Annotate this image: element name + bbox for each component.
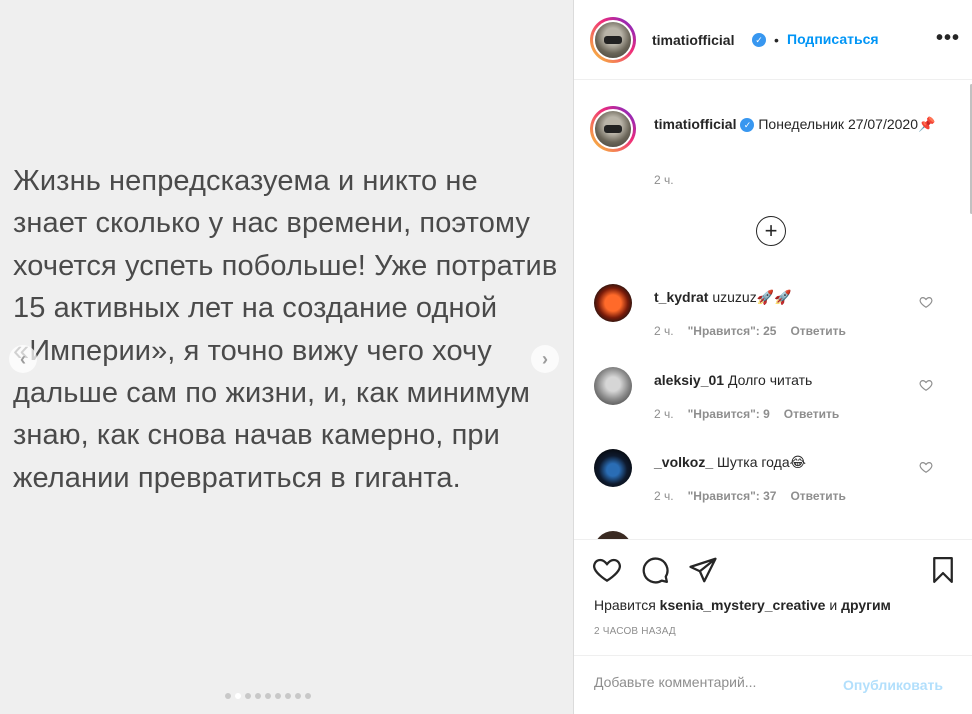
likes-username[interactable]: ksenia_mystery_creative: [660, 597, 826, 613]
caption-time[interactable]: 2 ч.: [654, 173, 674, 187]
avatar[interactable]: [594, 367, 632, 405]
carousel-dot: [265, 693, 271, 699]
post-image-text: Жизнь непредсказуема и никто не знает ск…: [13, 165, 558, 494]
likes-prefix: Нравится: [594, 597, 656, 613]
likes-summary: Нравится ksenia_mystery_creative и други…: [594, 597, 891, 613]
comment-likes[interactable]: "Нравится": 9: [688, 407, 770, 421]
comment-bubble-icon[interactable]: [640, 555, 670, 585]
chevron-left-icon[interactable]: ‹: [9, 345, 37, 373]
caption-username[interactable]: timatiofficial: [654, 116, 736, 132]
share-paper-plane-icon[interactable]: [688, 555, 718, 585]
comment-meta: 2 ч. "Нравится": 25 Ответить: [654, 324, 846, 338]
comment-meta: 2 ч. "Нравится": 37 Ответить: [654, 489, 846, 503]
verified-badge-icon: ✓: [740, 118, 755, 133]
avatar[interactable]: [594, 449, 632, 487]
comment-text: Шутка года😂: [717, 454, 806, 470]
comment-body: t_kydrat uzuzuz🚀🚀: [654, 288, 792, 306]
carousel-dots: [225, 693, 311, 699]
carousel-dot-active: [235, 693, 241, 699]
comments-scroll-area[interactable]: timatiofficial ✓ Понедельник 27/07/2020📌 …: [574, 81, 972, 539]
publish-button[interactable]: Опубликовать: [843, 677, 943, 693]
post-header: timatiofficial ✓ • Подписаться •••: [574, 0, 972, 80]
avatar[interactable]: [593, 20, 633, 60]
list-item: aleksiy_01 Долго читать 2 ч. "Нравится":…: [574, 367, 972, 447]
list-item: t_kydrat uzuzuz🚀🚀 2 ч. "Нравится": 25 От…: [574, 284, 972, 364]
more-options-icon[interactable]: •••: [936, 27, 960, 50]
heart-icon[interactable]: [919, 378, 933, 395]
avatar[interactable]: [594, 531, 632, 539]
verified-badge-icon: ✓: [752, 33, 766, 47]
comment-body: _volkoz_ Шутка года😂: [654, 453, 806, 471]
avatar[interactable]: [593, 109, 633, 149]
comment-username[interactable]: aleksiy_01: [654, 372, 724, 388]
comment-text: Долго читать: [727, 372, 813, 388]
chevron-right-icon[interactable]: ›: [531, 345, 559, 373]
post-media[interactable]: Жизнь непредсказуема и никто не знает ск…: [0, 0, 573, 714]
post-time-ago[interactable]: 2 ЧАСОВ НАЗАД: [594, 626, 676, 637]
comment-input[interactable]: [594, 674, 844, 690]
caption-body: Понедельник 27/07/2020📌: [758, 116, 936, 132]
plus-circle-icon[interactable]: +: [756, 216, 786, 246]
list-item: _volkoz_ Шутка года😂 2 ч. "Нравится": 37…: [574, 449, 972, 529]
reply-button[interactable]: Ответить: [790, 489, 845, 503]
likes-and: и: [829, 597, 838, 613]
post-sidebar: timatiofficial ✓ • Подписаться ••• timat…: [573, 0, 972, 714]
avatar-story-ring[interactable]: [590, 17, 636, 63]
comment-time[interactable]: 2 ч.: [654, 489, 674, 503]
like-heart-icon[interactable]: [592, 555, 622, 585]
comment-text: uzuzuz🚀🚀: [712, 289, 792, 305]
comment-body: aleksiy_01 Долго читать: [654, 371, 812, 389]
comment-time[interactable]: 2 ч.: [654, 407, 674, 421]
carousel-dot: [275, 693, 281, 699]
carousel-dot: [285, 693, 291, 699]
follow-button[interactable]: Подписаться: [787, 31, 879, 47]
reply-button[interactable]: Ответить: [784, 407, 839, 421]
comment-meta: 2 ч. "Нравится": 9 Ответить: [654, 407, 839, 421]
bookmark-icon[interactable]: [928, 555, 958, 585]
comment-username[interactable]: t_kydrat: [654, 289, 708, 305]
carousel-dot: [225, 693, 231, 699]
comment-likes[interactable]: "Нравится": 37: [688, 489, 777, 503]
comment-username[interactable]: _volkoz_: [654, 454, 713, 470]
caption-text: timatiofficial ✓ Понедельник 27/07/2020📌: [654, 114, 944, 134]
header-username[interactable]: timatiofficial: [652, 32, 734, 48]
likes-others-link[interactable]: другим: [841, 597, 891, 613]
carousel-dot: [245, 693, 251, 699]
heart-icon[interactable]: [919, 295, 933, 312]
separator-dot: •: [774, 32, 779, 48]
heart-icon[interactable]: [919, 460, 933, 477]
comment-likes[interactable]: "Нравится": 25: [688, 324, 777, 338]
add-comment-section: Опубликовать: [574, 655, 972, 714]
carousel-dot: [255, 693, 261, 699]
caption-avatar-ring[interactable]: [590, 106, 636, 152]
carousel-dot: [305, 693, 311, 699]
post-actions: Нравится ksenia_mystery_creative и други…: [574, 539, 972, 655]
carousel-dot: [295, 693, 301, 699]
avatar[interactable]: [594, 284, 632, 322]
reply-button[interactable]: Ответить: [790, 324, 845, 338]
comment-time[interactable]: 2 ч.: [654, 324, 674, 338]
